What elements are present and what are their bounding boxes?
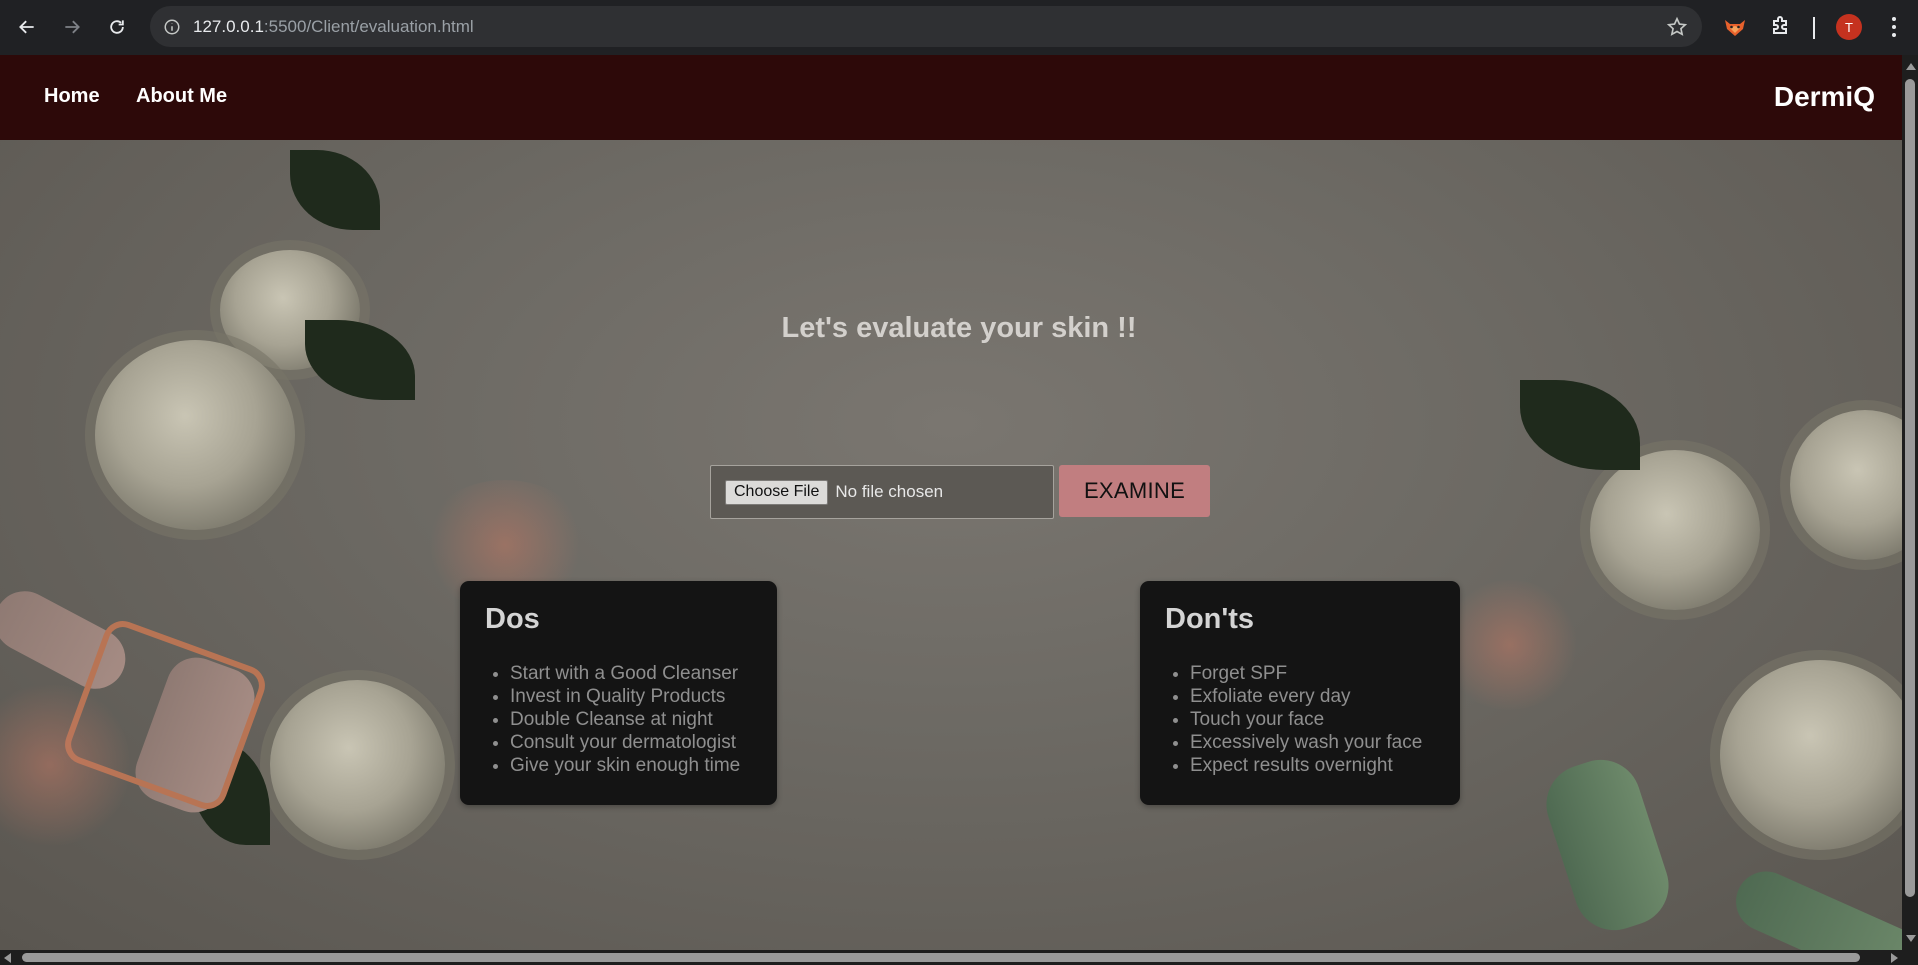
horizontal-scrollbar[interactable] <box>0 950 1918 965</box>
browser-toolbar: 127.0.0.1:5500/Client/evaluation.html T <box>0 0 1918 55</box>
fox-extension-icon[interactable] <box>1722 14 1748 40</box>
url-text: 127.0.0.1:5500/Client/evaluation.html <box>193 17 474 37</box>
choose-file-button[interactable]: Choose File <box>725 479 829 505</box>
donts-list: Forget SPF Exfoliate every day Touch you… <box>1165 662 1460 777</box>
nav-link-home[interactable]: Home <box>44 85 100 108</box>
vertical-scrollbar[interactable] <box>1902 55 1918 950</box>
nav-link-about-me[interactable]: About Me <box>136 85 227 108</box>
dos-list: Start with a Good Cleanser Invest in Qua… <box>485 662 777 777</box>
toolbar-divider <box>1813 17 1815 39</box>
file-upload-input[interactable]: Choose File No file chosen <box>710 465 1054 519</box>
star-icon[interactable] <box>1666 16 1688 38</box>
url-host: 127.0.0.1 <box>193 16 264 36</box>
cream-jar-image <box>1590 450 1760 610</box>
file-status-text: No file chosen <box>835 482 944 501</box>
reload-icon[interactable] <box>102 12 132 42</box>
scroll-down-arrow-icon[interactable] <box>1906 935 1916 942</box>
list-item: Invest in Quality Products <box>510 685 777 708</box>
donts-card: Don'ts Forget SPF Exfoliate every day To… <box>1140 581 1460 805</box>
vertical-scroll-thumb[interactable] <box>1905 79 1915 897</box>
face-roller-image <box>1726 861 1902 950</box>
info-icon[interactable] <box>162 17 182 37</box>
list-item: Start with a Good Cleanser <box>510 662 777 685</box>
dos-title: Dos <box>485 603 540 635</box>
list-item: Touch your face <box>1190 708 1460 731</box>
scroll-up-arrow-icon[interactable] <box>1906 63 1916 70</box>
face-roller-image <box>1536 749 1679 941</box>
leaf-image <box>290 150 380 230</box>
list-item: Excessively wash your face <box>1190 731 1460 754</box>
page-heading: Let's evaluate your skin !! <box>781 312 1137 344</box>
address-bar[interactable]: 127.0.0.1:5500/Client/evaluation.html <box>150 6 1702 47</box>
list-item: Expect results overnight <box>1190 754 1460 777</box>
page-viewport: Home About Me DermiQ Let's evaluate your… <box>0 55 1902 950</box>
cream-jar-image <box>95 340 295 530</box>
donts-title: Don'ts <box>1165 603 1255 635</box>
pink-salt-image <box>1440 580 1580 710</box>
list-item: Exfoliate every day <box>1190 685 1460 708</box>
cream-jar-image <box>270 680 445 850</box>
forward-arrow-icon[interactable] <box>57 12 87 42</box>
brand-logo[interactable]: DermiQ <box>1774 81 1875 113</box>
examine-button[interactable]: EXAMINE <box>1059 465 1210 517</box>
site-navbar: Home About Me DermiQ <box>0 55 1902 140</box>
list-item: Double Cleanse at night <box>510 708 777 731</box>
list-item: Give your skin enough time <box>510 754 777 777</box>
leaf-image <box>1520 380 1640 470</box>
profile-avatar[interactable]: T <box>1836 14 1862 40</box>
list-item: Forget SPF <box>1190 662 1460 685</box>
horizontal-scroll-thumb[interactable] <box>22 953 1860 962</box>
background-image <box>0 140 1902 950</box>
list-item: Consult your dermatologist <box>510 731 777 754</box>
kebab-menu-icon[interactable] <box>1884 14 1904 40</box>
back-arrow-icon[interactable] <box>12 12 42 42</box>
puzzle-icon[interactable] <box>1769 14 1795 40</box>
cream-jar-image <box>1720 660 1902 850</box>
cream-jar-image <box>1790 410 1902 560</box>
scroll-left-arrow-icon[interactable] <box>4 953 11 963</box>
scroll-right-arrow-icon[interactable] <box>1891 953 1898 963</box>
dos-card: Dos Start with a Good Cleanser Invest in… <box>460 581 777 805</box>
url-path: :5500/Client/evaluation.html <box>263 16 474 36</box>
